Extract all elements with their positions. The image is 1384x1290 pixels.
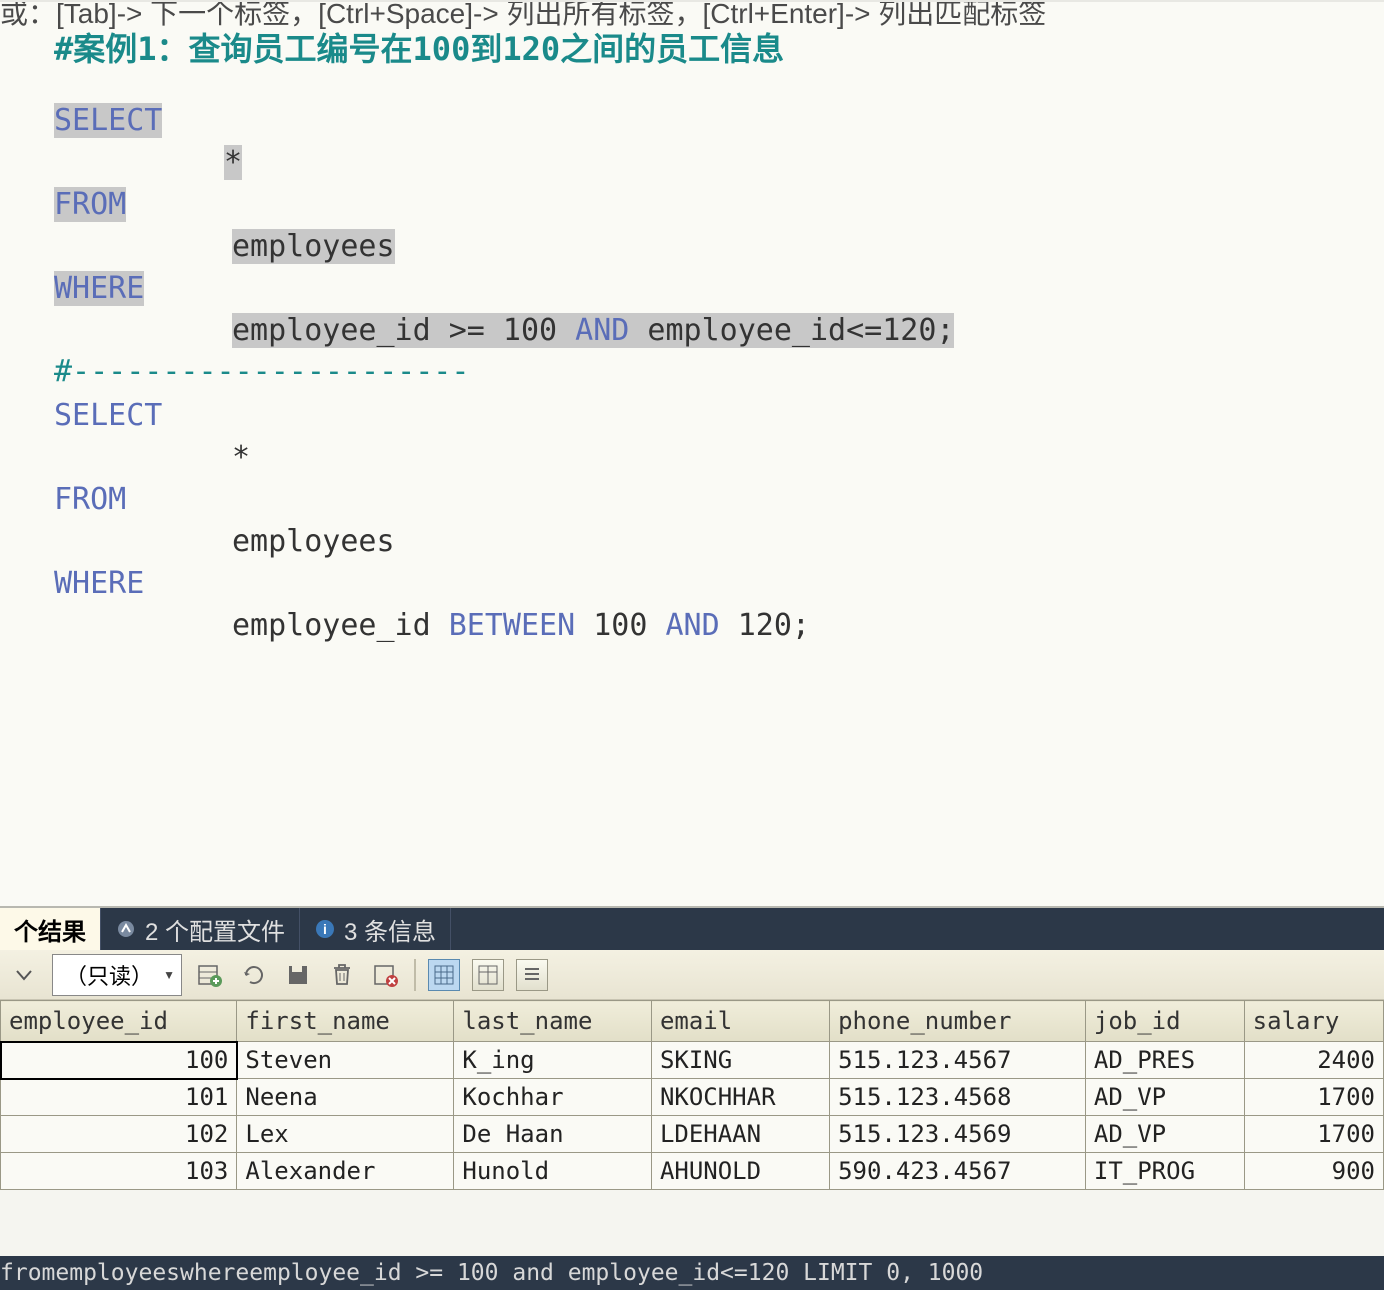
keyword-from: FROM bbox=[54, 187, 126, 222]
sql-block-1: SELECT * FROM employees WHERE employee_i… bbox=[54, 100, 954, 352]
results-tabs: 个结果 2 个配置文件 i 3 条信息 bbox=[0, 908, 1384, 950]
sql-block-2: SELECT * FROM employees WHERE employee_i… bbox=[54, 395, 810, 647]
col-employee-id[interactable]: employee_id bbox=[1, 1001, 237, 1042]
keyword-and: AND bbox=[575, 313, 629, 348]
tab-label: 2 个配置文件 bbox=[145, 912, 285, 947]
cell[interactable]: 101 bbox=[1, 1079, 237, 1116]
refresh-icon[interactable] bbox=[238, 959, 270, 991]
keyword-select: SELECT bbox=[54, 398, 162, 433]
cell[interactable]: Neena bbox=[237, 1079, 454, 1116]
cell[interactable]: Hunold bbox=[454, 1153, 652, 1190]
col-salary[interactable]: salary bbox=[1244, 1001, 1383, 1042]
save-icon[interactable] bbox=[282, 959, 314, 991]
table-row[interactable]: 101 Neena Kochhar NKOCHHAR 515.123.4568 … bbox=[1, 1079, 1384, 1116]
grid-view-icon[interactable] bbox=[428, 959, 460, 991]
keyword-where: WHERE bbox=[54, 566, 144, 601]
tab-messages[interactable]: i 3 条信息 bbox=[300, 908, 451, 950]
condition-b: employee_id<=120; bbox=[629, 313, 954, 348]
col-phone[interactable]: phone_number bbox=[830, 1001, 1086, 1042]
dropdown-icon[interactable] bbox=[8, 959, 40, 991]
star-token: * bbox=[232, 440, 250, 475]
cell[interactable]: 103 bbox=[1, 1153, 237, 1190]
tab-results[interactable]: 个结果 bbox=[0, 908, 101, 950]
cell[interactable]: Lex bbox=[237, 1116, 454, 1153]
mid-val: 100 bbox=[575, 608, 665, 643]
cell[interactable]: 515.123.4567 bbox=[830, 1042, 1086, 1079]
cell[interactable]: 102 bbox=[1, 1116, 237, 1153]
tab-profiles[interactable]: 2 个配置文件 bbox=[101, 908, 300, 950]
profile-icon bbox=[115, 918, 137, 940]
cell[interactable]: AHUNOLD bbox=[651, 1153, 829, 1190]
cell[interactable]: 900 bbox=[1244, 1153, 1383, 1190]
cell[interactable]: 1700 bbox=[1244, 1079, 1383, 1116]
table-row[interactable]: 100 Steven K_ing SKING 515.123.4567 AD_P… bbox=[1, 1042, 1384, 1079]
delete-icon[interactable] bbox=[326, 959, 358, 991]
end-val: 120; bbox=[720, 608, 810, 643]
tab-label: 3 条信息 bbox=[344, 912, 436, 947]
cell[interactable]: 515.123.4568 bbox=[830, 1079, 1086, 1116]
keyword-from: FROM bbox=[54, 482, 126, 517]
table-name: employees bbox=[232, 229, 395, 264]
cell[interactable]: SKING bbox=[651, 1042, 829, 1079]
divider-comment: #---------------------- bbox=[54, 354, 469, 389]
readonly-dropdown[interactable]: （只读） bbox=[52, 954, 182, 996]
comment-line: #案例1：查询员工编号在100到120之间的员工信息 bbox=[54, 24, 784, 70]
keyword-and: AND bbox=[666, 608, 720, 643]
svg-text:i: i bbox=[323, 921, 327, 937]
cell[interactable]: AD_PRES bbox=[1085, 1042, 1244, 1079]
readonly-label: （只读） bbox=[65, 964, 153, 989]
form-view-icon[interactable] bbox=[472, 959, 504, 991]
table-row[interactable]: 103 Alexander Hunold AHUNOLD 590.423.456… bbox=[1, 1153, 1384, 1190]
star-token: * bbox=[224, 145, 242, 180]
cell[interactable]: AD_VP bbox=[1085, 1116, 1244, 1153]
cell[interactable]: Steven bbox=[237, 1042, 454, 1079]
cell[interactable]: K_ing bbox=[454, 1042, 652, 1079]
cell[interactable]: AD_VP bbox=[1085, 1079, 1244, 1116]
table-row[interactable]: 102 Lex De Haan LDEHAAN 515.123.4569 AD_… bbox=[1, 1116, 1384, 1153]
cell[interactable]: Kochhar bbox=[454, 1079, 652, 1116]
cell[interactable]: 100 bbox=[1, 1042, 237, 1079]
col-job-id[interactable]: job_id bbox=[1085, 1001, 1244, 1042]
cell[interactable]: 590.423.4567 bbox=[830, 1153, 1086, 1190]
toolbar-separator bbox=[414, 959, 416, 991]
header-row: employee_id first_name last_name email p… bbox=[1, 1001, 1384, 1042]
keyword-select: SELECT bbox=[54, 103, 162, 138]
cell[interactable]: NKOCHHAR bbox=[651, 1079, 829, 1116]
cell[interactable]: 1700 bbox=[1244, 1116, 1383, 1153]
sql-editor[interactable]: 或：[Tab]-> 下一个标签，[Ctrl+Space]-> 列出所有标签，[C… bbox=[0, 0, 1384, 908]
results-grid[interactable]: employee_id first_name last_name email p… bbox=[0, 1000, 1384, 1190]
keyword-where: WHERE bbox=[54, 271, 144, 306]
col-first-name[interactable]: first_name bbox=[237, 1001, 454, 1042]
cell[interactable]: Alexander bbox=[237, 1153, 454, 1190]
keyword-between: BETWEEN bbox=[449, 608, 575, 643]
cell[interactable]: LDEHAAN bbox=[651, 1116, 829, 1153]
cancel-icon[interactable] bbox=[370, 959, 402, 991]
cell[interactable]: IT_PROG bbox=[1085, 1153, 1244, 1190]
info-icon: i bbox=[314, 918, 336, 940]
text-view-icon[interactable] bbox=[516, 959, 548, 991]
condition-a: employee_id >= 100 bbox=[232, 313, 575, 348]
cell[interactable]: De Haan bbox=[454, 1116, 652, 1153]
add-row-icon[interactable] bbox=[194, 959, 226, 991]
tab-label: 个结果 bbox=[14, 912, 86, 947]
col-email[interactable]: email bbox=[651, 1001, 829, 1042]
cell[interactable]: 2400 bbox=[1244, 1042, 1383, 1079]
table-name: employees bbox=[232, 524, 395, 559]
col-last-name[interactable]: last_name bbox=[454, 1001, 652, 1042]
cell[interactable]: 515.123.4569 bbox=[830, 1116, 1086, 1153]
status-bar: fromemployeeswhereemployee_id >= 100 and… bbox=[0, 1256, 1384, 1290]
condition-pre: employee_id bbox=[232, 608, 449, 643]
results-toolbar: （只读） bbox=[0, 950, 1384, 1000]
